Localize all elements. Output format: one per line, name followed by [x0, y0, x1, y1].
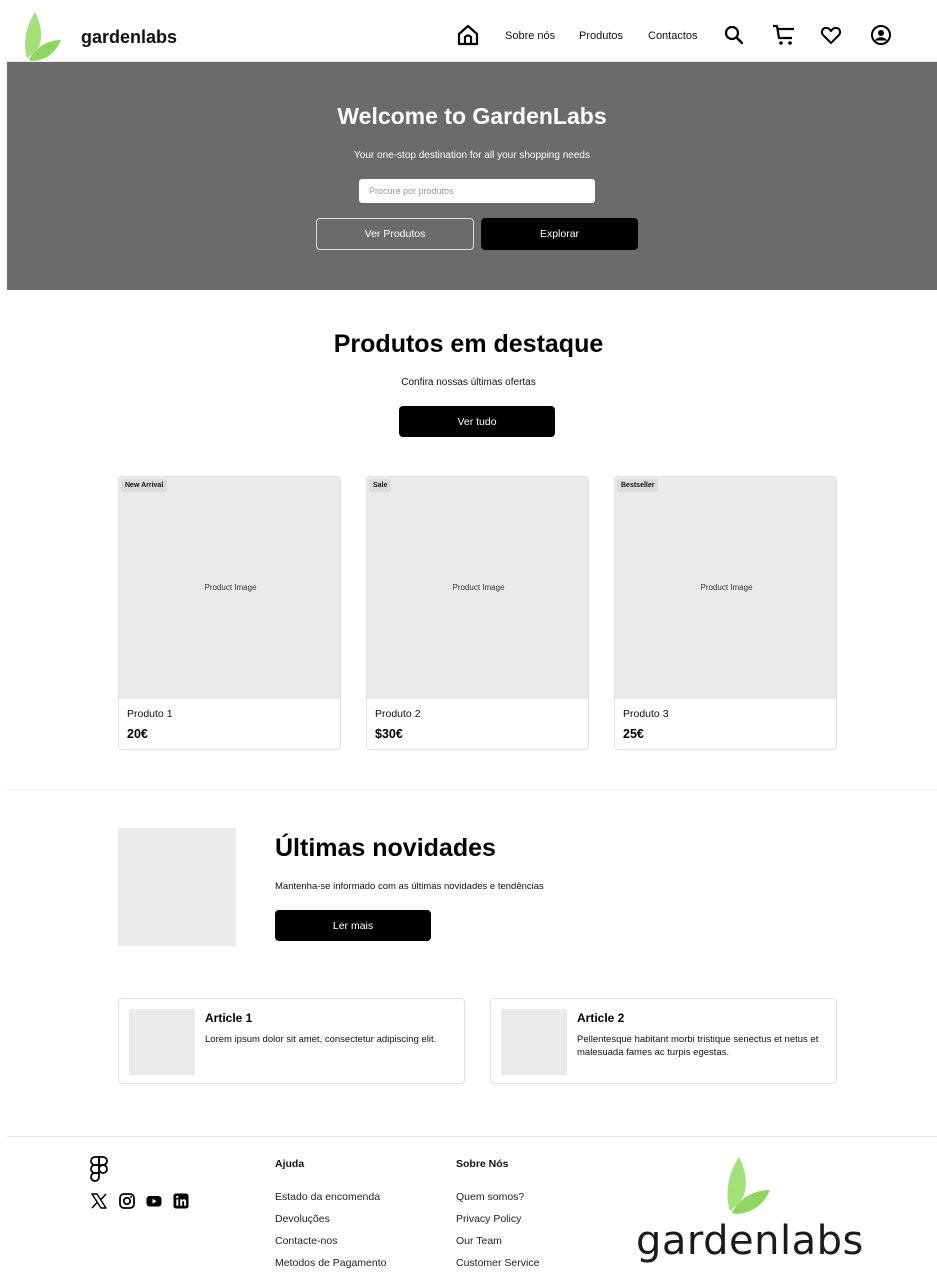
hero-banner: Welcome to GardenLabs Your one-stop dest… — [7, 62, 937, 290]
article-card-2[interactable]: Article 2 Pellentesque habitant morbi tr… — [490, 998, 837, 1084]
footer-link[interactable]: Contacte-nos — [275, 1235, 337, 1247]
product-card-3[interactable]: Product Image Bestseller Produto 3 25€ — [614, 476, 837, 750]
nav-link-contactos[interactable]: Contactos — [648, 30, 698, 42]
youtube-icon[interactable] — [145, 1192, 163, 1210]
product-price: $30€ — [375, 727, 403, 741]
footer-link[interactable]: Quem somos? — [456, 1191, 524, 1203]
footer-heading-sobre-nos: Sobre Nós — [456, 1158, 509, 1170]
featured-title: Produtos em destaque — [333, 330, 604, 358]
footer-link[interactable]: Devoluções — [275, 1213, 330, 1225]
view-all-button[interactable]: Ver tudo — [399, 406, 555, 437]
news-image — [118, 828, 236, 946]
section-divider — [7, 789, 937, 790]
product-image-label: Product Image — [204, 583, 257, 592]
featured-subtitle: Confira nossas últimas ofertas — [401, 377, 536, 388]
product-image[interactable]: Product Image — [615, 477, 836, 699]
product-badge: New Arrival — [121, 479, 168, 492]
nav-link-produtos[interactable]: Produtos — [579, 30, 623, 42]
read-more-button[interactable]: Ler mais — [275, 910, 431, 941]
leaf-logo-icon — [727, 1157, 770, 1214]
product-badge: Bestseller — [617, 479, 659, 492]
product-name[interactable]: Produto 2 — [375, 708, 421, 720]
product-name[interactable]: Produto 1 — [127, 708, 173, 720]
user-account-icon[interactable] — [870, 24, 892, 46]
article-title[interactable]: Article 1 — [205, 1011, 252, 1025]
article-title[interactable]: Article 2 — [577, 1011, 624, 1025]
top-navbar: gardenlabs Sobre nós Produtos Contactos — [7, 10, 937, 62]
view-products-button[interactable]: Ver Produtos — [316, 218, 474, 250]
cart-icon[interactable] — [771, 22, 797, 48]
linkedin-icon[interactable] — [172, 1192, 190, 1210]
search-icon[interactable] — [723, 24, 745, 46]
hero-title: Welcome to GardenLabs — [337, 103, 607, 129]
product-image-label: Product Image — [452, 583, 505, 592]
footer-link[interactable]: Estado da encomenda — [275, 1191, 380, 1203]
nav-link-sobre-nos[interactable]: Sobre nós — [505, 30, 555, 42]
product-image[interactable]: Product Image — [367, 477, 588, 699]
footer-brand: gardenlabs — [636, 1218, 864, 1264]
product-price: 20€ — [127, 727, 148, 741]
product-card-2[interactable]: Product Image Sale Produto 2 $30€ — [366, 476, 589, 750]
product-badge: Sale — [369, 479, 392, 492]
footer-link[interactable]: Privacy Policy — [456, 1213, 521, 1225]
heart-icon[interactable] — [820, 24, 842, 46]
news-subtitle: Mantenha-se informado com as últimas nov… — [275, 881, 544, 892]
product-image[interactable]: Product Image — [119, 477, 340, 699]
instagram-icon[interactable] — [118, 1192, 136, 1210]
article-excerpt: Lorem ipsum dolor sit amet, consectetur … — [205, 1034, 437, 1045]
news-title: Últimas novidades — [275, 834, 496, 862]
article-excerpt: Pellentesque habitant morbi tristique se… — [577, 1034, 819, 1059]
brand-name[interactable]: gardenlabs — [81, 27, 177, 48]
product-image-label: Product Image — [700, 583, 753, 592]
article-card-1[interactable]: Article 1 Lorem ipsum dolor sit amet, co… — [118, 998, 465, 1084]
explore-button[interactable]: Explorar — [481, 218, 638, 250]
article-thumbnail — [129, 1009, 195, 1075]
product-price: 25€ — [623, 727, 644, 741]
leaf-logo-icon[interactable] — [21, 10, 63, 62]
footer-heading-ajuda: Ajuda — [275, 1158, 305, 1170]
hero-subtitle: Your one-stop destination for all your s… — [354, 150, 590, 161]
footer-link[interactable]: Metodos de Pagamento — [275, 1257, 387, 1269]
article-thumbnail — [501, 1009, 567, 1075]
home-icon[interactable] — [456, 23, 480, 47]
footer-link[interactable]: Customer Service — [456, 1257, 539, 1269]
x-icon[interactable] — [90, 1192, 108, 1210]
product-name[interactable]: Produto 3 — [623, 708, 669, 720]
footer-divider — [7, 1136, 937, 1137]
footer-link[interactable]: Our Team — [456, 1235, 502, 1247]
figma-logo-icon — [90, 1156, 108, 1182]
product-search-input[interactable] — [359, 179, 595, 203]
product-card-1[interactable]: Product Image New Arrival Produto 1 20€ — [118, 476, 341, 750]
